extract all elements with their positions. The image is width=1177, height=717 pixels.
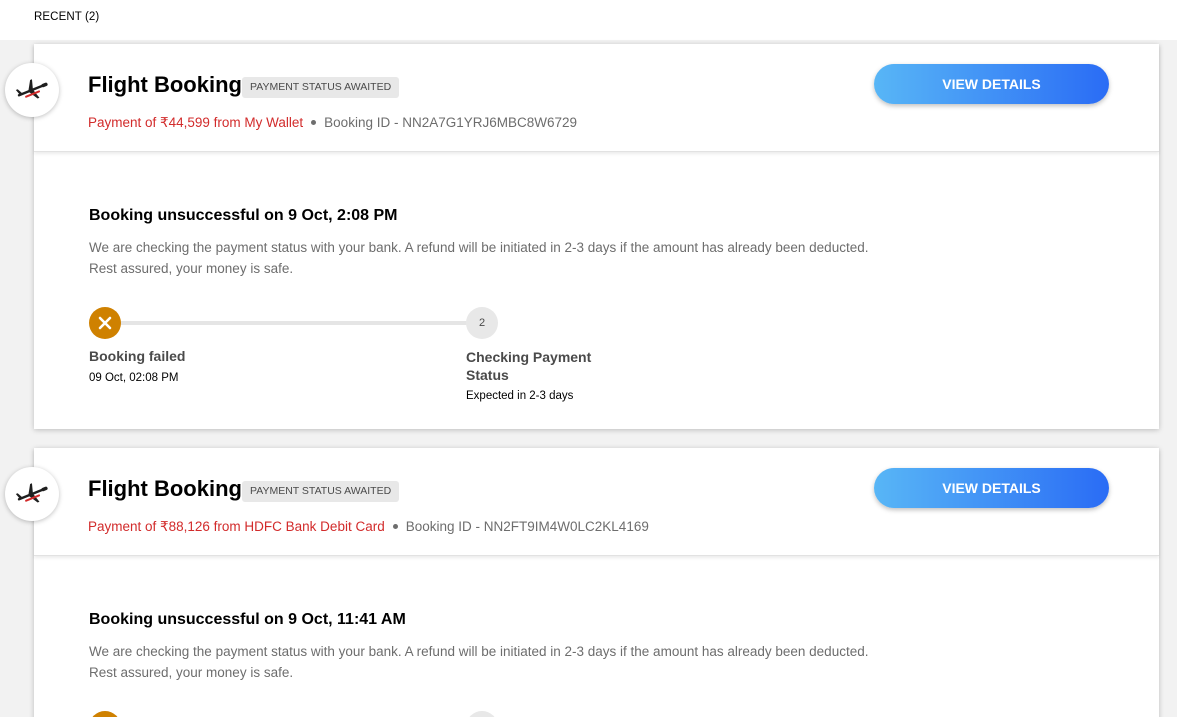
step-number-marker <box>466 711 498 717</box>
progress-track <box>105 321 482 325</box>
separator-dot <box>392 523 398 529</box>
step-subtitle: Expected in 2-3 days <box>466 390 574 402</box>
booking-result-description: We are checking the payment status with … <box>89 237 949 279</box>
booking-id-label: Booking ID <box>324 115 391 130</box>
airplane-icon <box>5 63 59 117</box>
step-title: Booking failed <box>89 348 186 364</box>
view-details-button[interactable]: VIEW DETAILS <box>874 468 1109 508</box>
status-badge: PAYMENT STATUS AWAITED <box>242 77 400 98</box>
top-strip <box>0 0 1177 40</box>
booking-id-separator: - <box>390 115 403 130</box>
step-failed-marker <box>89 307 121 339</box>
view-details-button[interactable]: VIEW DETAILS <box>874 64 1109 104</box>
step-number-marker: 2 <box>466 307 498 339</box>
booking-id-value: NN2A7G1YRJ6MBC8W6729 <box>402 115 578 130</box>
description-line: Rest assured, your money is safe. <box>89 665 294 680</box>
payment-text: Payment of ₹44,599 from My Wallet <box>88 115 304 130</box>
booking-result-title: Booking unsuccessful on 9 Oct, 11:41 AM <box>89 611 406 628</box>
booking-card: Flight Booking PAYMENT STATUS AWAITED Pa… <box>5 448 1159 717</box>
booking-title: Flight Booking <box>88 72 242 97</box>
step-title: Checking Payment Status <box>466 349 592 383</box>
step-failed-marker <box>89 711 121 717</box>
status-badge: PAYMENT STATUS AWAITED <box>242 481 400 502</box>
booking-id-value: NN2FT9IM4W0LC2KL4169 <box>483 519 649 534</box>
booking-card-header: Flight Booking PAYMENT STATUS AWAITED Pa… <box>5 448 1159 556</box>
booking-id-label: Booking ID <box>405 519 472 534</box>
step-subtitle: 09 Oct, 02:08 PM <box>89 372 179 384</box>
airplane-icon <box>5 467 59 521</box>
booking-result-title: Booking unsuccessful on 9 Oct, 2:08 PM <box>89 207 398 224</box>
description-line: We are checking the payment status with … <box>89 240 869 255</box>
payment-text: Payment of ₹88,126 from HDFC Bank Debit … <box>88 519 385 534</box>
booking-card-header: Flight Booking PAYMENT STATUS AWAITED Pa… <box>5 44 1159 152</box>
booking-id-separator: - <box>471 519 484 534</box>
payment-line: Payment of ₹44,599 from My Wallet Booking… <box>88 115 577 131</box>
separator-dot <box>311 119 317 125</box>
booking-title: Flight Booking <box>88 476 242 501</box>
booking-card: Flight Booking PAYMENT STATUS AWAITED Pa… <box>5 44 1159 429</box>
description-line: Rest assured, your money is safe. <box>89 261 294 276</box>
section-title: RECENT (2) <box>34 11 100 23</box>
booking-result-description: We are checking the payment status with … <box>89 641 949 683</box>
description-line: We are checking the payment status with … <box>89 644 869 659</box>
close-icon <box>98 316 112 330</box>
payment-line: Payment of ₹88,126 from HDFC Bank Debit … <box>88 519 649 535</box>
